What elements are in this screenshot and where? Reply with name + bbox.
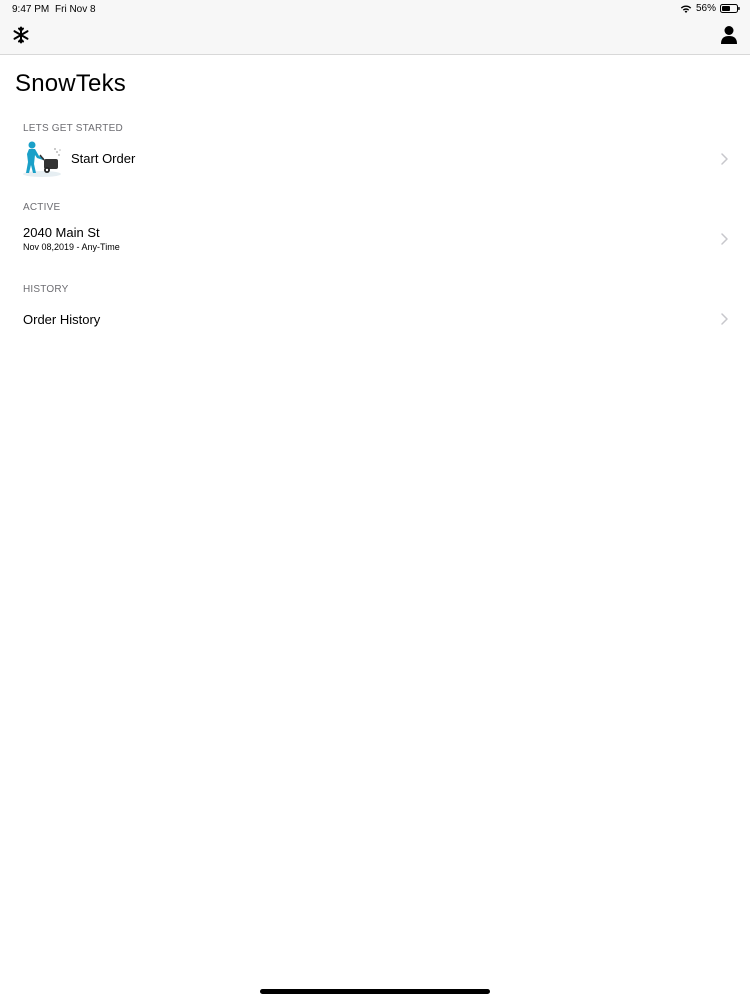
battery-icon: [720, 4, 740, 13]
battery-percent: 56%: [695, 3, 716, 14]
section-header-start: LETS GET STARTED: [23, 123, 123, 134]
chevron-right-icon: [721, 153, 728, 165]
status-right: 56%: [680, 3, 740, 14]
start-order-label: Start Order: [71, 151, 136, 166]
status-time: 9:47 PM: [12, 4, 50, 15]
section-header-history: HISTORY: [23, 284, 69, 295]
chevron-right-icon: [721, 313, 728, 325]
home-indicator[interactable]: [260, 989, 490, 994]
person-icon[interactable]: [720, 25, 738, 45]
active-order-address: 2040 Main St: [23, 225, 100, 240]
snowflake-icon[interactable]: [12, 26, 30, 44]
order-history-label: Order History: [23, 312, 101, 327]
chevron-right-icon: [721, 233, 728, 245]
active-order-row[interactable]: 2040 Main St Nov 08,2019 - Any-Time: [0, 220, 750, 258]
status-date: Fri Nov 8: [55, 4, 96, 15]
section-header-active: ACTIVE: [23, 202, 61, 213]
status-bar: 9:47 PM Fri Nov 8 56%: [0, 0, 750, 18]
wifi-icon: [680, 4, 692, 13]
snowblower-person-icon: [23, 141, 61, 177]
start-order-row[interactable]: Start Order: [0, 138, 750, 180]
nav-bar: [0, 18, 750, 55]
active-order-date: Nov 08,2019 - Any-Time: [23, 242, 120, 252]
order-history-row[interactable]: Order History: [0, 302, 750, 336]
page-title: SnowTeks: [15, 70, 126, 97]
screen: 9:47 PM Fri Nov 8 56% SnowTeks LETS GET …: [0, 0, 750, 1000]
